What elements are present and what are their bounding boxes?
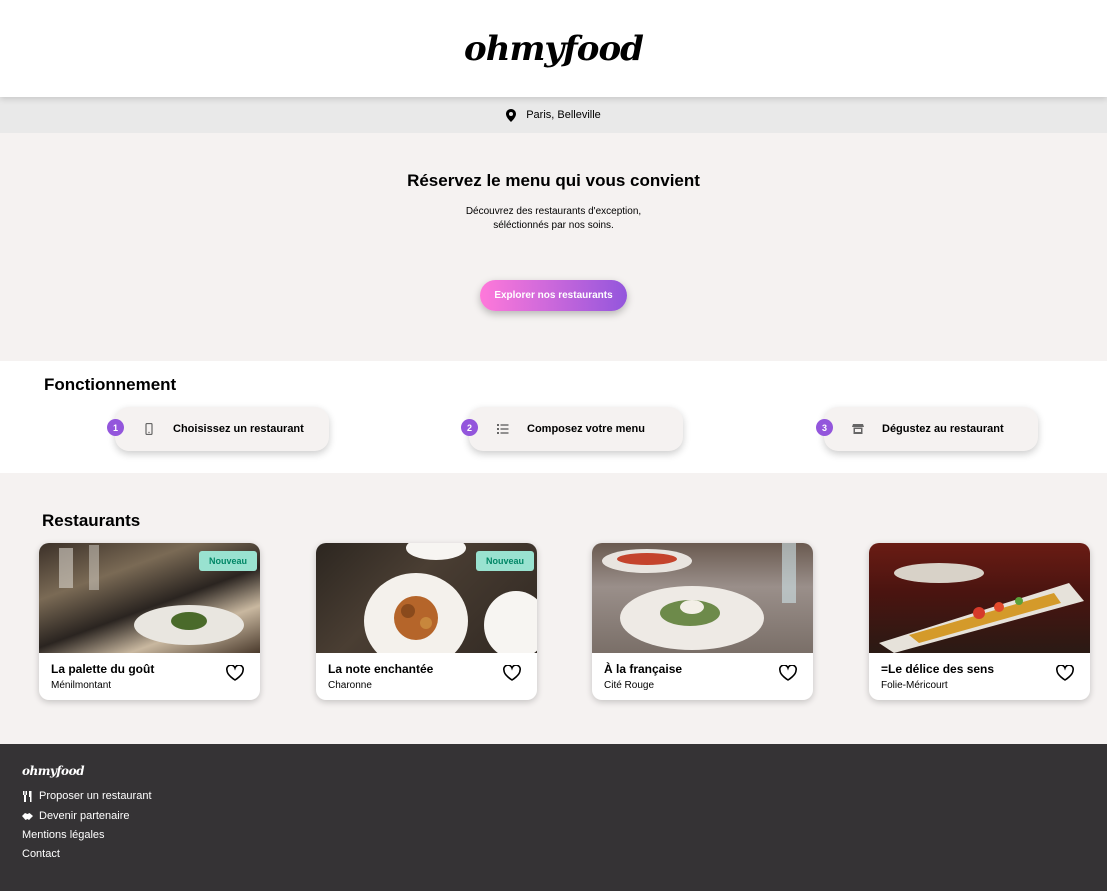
restaurant-name: La note enchantée <box>328 662 434 676</box>
map-pin-icon <box>506 108 517 122</box>
step-compose-menu: 2 Composez votre menu <box>461 407 683 451</box>
site-header: ohmyfood <box>0 0 1107 97</box>
hero-subtitle: Découvrez des restaurants d'exception, sé… <box>0 205 1107 233</box>
location-text: Paris, Belleville <box>526 109 601 121</box>
restaurant-name: À la française <box>604 662 683 676</box>
step-number: 2 <box>461 419 478 436</box>
heart-icon[interactable] <box>503 665 521 681</box>
step-enjoy-restaurant: 3 Dégustez au restaurant <box>816 407 1038 451</box>
restaurant-photo <box>869 543 1090 653</box>
how-it-works-section: Fonctionnement 1 Choisissez un restauran… <box>0 361 1107 473</box>
heart-icon[interactable] <box>226 665 244 681</box>
new-badge: Nouveau <box>199 551 257 571</box>
restaurant-photo: Nouveau <box>316 543 537 653</box>
restaurant-area: Ménilmontant <box>51 680 112 691</box>
step-number: 3 <box>816 419 833 436</box>
dish-illustration <box>602 543 796 650</box>
footer-link-propose-restaurant[interactable]: Proposer un restaurant <box>22 790 152 802</box>
explore-restaurants-button[interactable]: Explorer nos restaurants <box>480 280 627 311</box>
restaurant-name: La palette du goût <box>51 662 155 676</box>
footer-link-label: Contact <box>22 848 60 860</box>
step-label: Choisissez un restaurant <box>173 423 304 435</box>
restaurant-photo: Nouveau <box>39 543 260 653</box>
hero-subtitle-line1: Découvrez des restaurants d'exception, <box>465 206 642 217</box>
restaurant-area: Cité Rouge <box>604 680 655 691</box>
ohmyfood-logo[interactable]: ohmyfood <box>464 29 644 69</box>
footer-logo[interactable]: ohmyfood <box>22 764 84 778</box>
store-icon <box>852 424 864 434</box>
step-label: Dégustez au restaurant <box>882 423 1004 435</box>
hero-subtitle-line2: séléctionnés par nos soins. <box>493 220 614 231</box>
footer-link-label: Devenir partenaire <box>39 810 130 822</box>
restaurant-card[interactable]: À la française Cité Rouge <box>592 543 813 700</box>
footer-link-label: Proposer un restaurant <box>39 790 152 802</box>
dish-illustration <box>879 563 1084 653</box>
step-choose-restaurant: 1 Choisissez un restaurant <box>107 407 329 451</box>
restaurant-photo <box>592 543 813 653</box>
how-it-works-title: Fonctionnement <box>44 375 177 394</box>
restaurants-title: Restaurants <box>42 511 141 530</box>
restaurant-card[interactable]: Nouveau La note enchantée Charonne <box>316 543 537 700</box>
footer-link-legal[interactable]: Mentions légales <box>22 829 105 841</box>
restaurant-card[interactable]: =Le délice des sens Folie-Méricourt <box>869 543 1090 700</box>
mobile-phone-icon <box>145 423 153 435</box>
restaurant-name: =Le délice des sens <box>881 662 995 676</box>
heart-icon[interactable] <box>779 665 797 681</box>
list-icon <box>497 424 509 434</box>
footer-link-label: Mentions légales <box>22 829 105 841</box>
location-bar: Paris, Belleville <box>0 97 1107 133</box>
hero-section: Réservez le menu qui vous convient Décou… <box>0 133 1107 361</box>
utensils-icon <box>23 790 32 802</box>
step-number: 1 <box>107 419 124 436</box>
footer-link-become-partner[interactable]: Devenir partenaire <box>22 810 130 822</box>
hero-title: Réservez le menu qui vous convient <box>407 171 700 190</box>
new-badge: Nouveau <box>476 551 534 571</box>
step-label: Composez votre menu <box>527 423 645 435</box>
handshake-icon <box>22 812 33 820</box>
restaurant-area: Folie-Méricourt <box>881 680 948 691</box>
restaurant-card[interactable]: Nouveau La palette du goût Ménilmontant <box>39 543 260 700</box>
site-footer: ohmyfood Proposer un restaurant Devenir … <box>0 744 1107 891</box>
footer-link-contact[interactable]: Contact <box>22 848 60 860</box>
restaurants-section: Restaurants Nouveau La palette du goût M… <box>0 473 1107 744</box>
heart-icon[interactable] <box>1056 665 1074 681</box>
restaurant-area: Charonne <box>328 680 372 691</box>
